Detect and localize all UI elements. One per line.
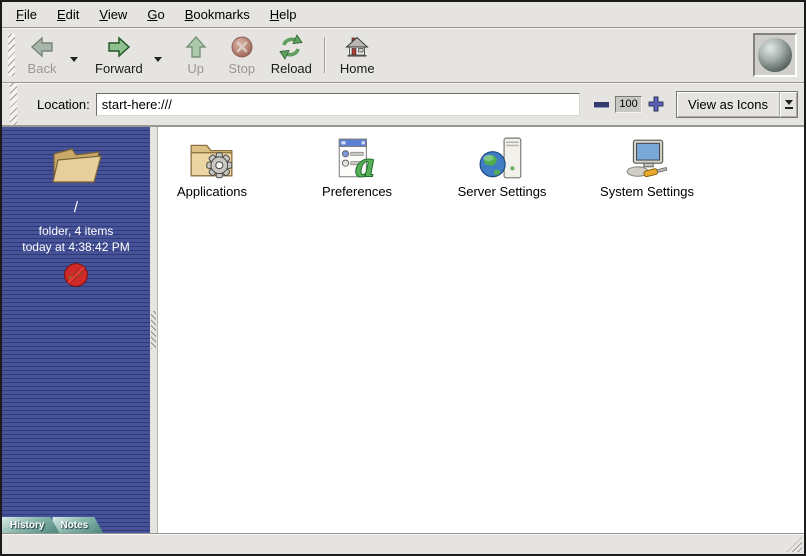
sidebar-splitter[interactable] [150, 127, 158, 533]
sidebar-folder-title: / [74, 199, 78, 216]
chevron-down-icon [70, 57, 78, 62]
sidebar-folder-modified: today at 4:38:42 PM [22, 239, 129, 255]
zoom-out-icon[interactable] [594, 102, 609, 107]
preferences-capplet-icon: a [333, 136, 381, 182]
content-area: / folder, 4 items today at 4:38:42 PM Hi… [2, 126, 804, 533]
svg-text:a: a [355, 147, 376, 182]
stop-button-label: Stop [228, 61, 255, 76]
sidebar-folder-details: folder, 4 items [39, 223, 114, 239]
icon-label: Applications [177, 184, 247, 199]
globe-server-icon [478, 136, 526, 182]
toolbar-separator [324, 37, 325, 73]
back-arrow-icon [29, 34, 55, 60]
home-button[interactable]: Home [335, 30, 380, 80]
forward-arrow-icon [106, 34, 132, 60]
folder-gear-icon [188, 136, 236, 182]
toolbar-drag-handle[interactable] [8, 34, 15, 76]
up-arrow-icon [183, 34, 209, 60]
forward-button-label: Forward [95, 61, 143, 76]
location-input[interactable] [96, 93, 580, 116]
stop-button[interactable]: Stop [220, 30, 264, 80]
menu-go[interactable]: Go [137, 3, 174, 26]
chevron-down-icon [154, 57, 162, 62]
sidebar-info-panel: / folder, 4 items today at 4:38:42 PM Hi… [2, 127, 150, 533]
menubar: File Edit View Go Bookmarks Help [2, 2, 804, 28]
icon-system-settings[interactable]: System Settings [595, 136, 699, 199]
zoom-in-icon[interactable] [648, 96, 664, 112]
menu-edit[interactable]: Edit [47, 3, 89, 26]
view-as-combobox[interactable]: View as Icons [676, 91, 798, 118]
forward-button[interactable]: Forward [90, 30, 148, 80]
combo-arrow-button[interactable] [779, 92, 797, 117]
back-button-label: Back [28, 61, 57, 76]
open-folder-icon [47, 140, 105, 190]
icon-label: Server Settings [458, 184, 547, 199]
combo-bar-icon [785, 107, 793, 109]
throbber [753, 33, 797, 77]
home-button-label: Home [340, 61, 375, 76]
view-as-label: View as Icons [677, 92, 779, 117]
home-icon [344, 34, 370, 60]
sidebar-tabs: History Notes [2, 517, 96, 533]
menu-bookmarks[interactable]: Bookmarks [175, 3, 260, 26]
file-manager-window: File Edit View Go Bookmarks Help Back Fo… [0, 0, 806, 556]
menu-file[interactable]: File [6, 3, 47, 26]
icon-label: System Settings [600, 184, 694, 199]
up-button[interactable]: Up [174, 30, 218, 80]
zoom-level-indicator: 100 [615, 96, 642, 113]
throbber-sphere-icon [758, 38, 792, 72]
icon-preferences[interactable]: a Preferences [305, 136, 409, 199]
menu-help[interactable]: Help [260, 3, 307, 26]
chevron-down-icon [785, 100, 793, 105]
back-button[interactable]: Back [20, 30, 64, 80]
menu-view[interactable]: View [89, 3, 137, 26]
stop-icon [229, 34, 255, 60]
no-write-emblem-icon [63, 262, 89, 288]
status-bar [2, 533, 804, 554]
tab-notes[interactable]: Notes [52, 517, 103, 533]
reload-button[interactable]: Reload [266, 30, 317, 80]
back-history-dropdown[interactable] [65, 50, 83, 68]
reload-icon [278, 34, 304, 60]
reload-button-label: Reload [271, 61, 312, 76]
tab-history[interactable]: History [2, 517, 59, 533]
monitor-screwdriver-icon [623, 136, 671, 182]
icon-server-settings[interactable]: Server Settings [450, 136, 554, 199]
up-button-label: Up [187, 61, 204, 76]
icon-applications[interactable]: Applications [160, 136, 264, 199]
splitter-grip-icon [151, 311, 156, 349]
icon-view: Applications a Preferences [158, 127, 804, 533]
toolbar: Back Forward Up [2, 28, 804, 83]
location-label: Location: [37, 97, 90, 112]
location-bar: Location: 100 View as Icons [2, 83, 804, 126]
forward-history-dropdown[interactable] [149, 50, 167, 68]
icon-label: Preferences [322, 184, 392, 199]
resize-grip[interactable] [787, 537, 802, 552]
locationbar-drag-handle[interactable] [10, 83, 17, 125]
